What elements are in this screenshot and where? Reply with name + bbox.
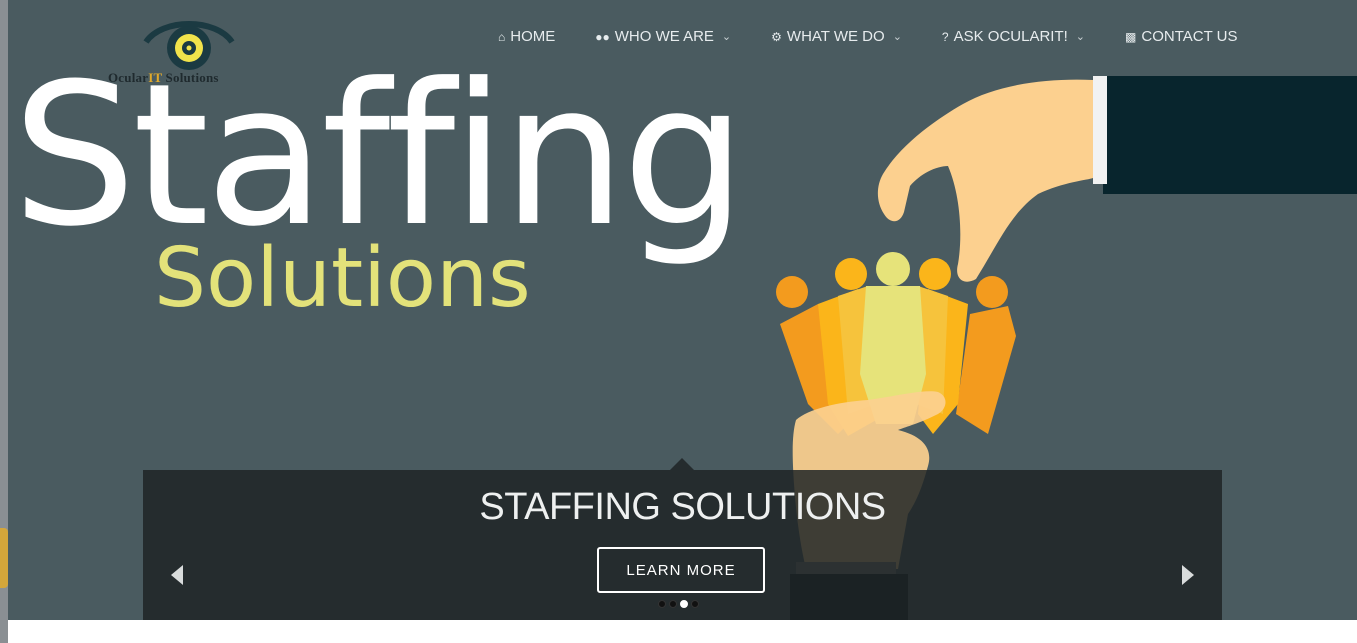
slide-dot-4[interactable] — [691, 600, 699, 608]
gear-icon: ⚙ — [771, 29, 782, 44]
question-icon: ? — [941, 29, 949, 44]
nav-ask-ocularit-label: ASK OCULARIT! — [953, 28, 1068, 45]
chat-icon: ▩ — [1125, 29, 1137, 44]
left-page-edge — [0, 0, 8, 643]
chevron-down-icon: ⌄ — [1075, 31, 1086, 43]
edge-chip — [0, 528, 8, 588]
hero-slider: OcularIT Solutions ⌂ HOME ●● WHO WE ARE … — [8, 0, 1357, 620]
slide-pagination — [658, 600, 699, 608]
learn-more-button[interactable]: LEARN MORE — [597, 547, 765, 593]
chevron-down-icon: ⌄ — [892, 31, 902, 43]
prev-slide-arrow-icon[interactable] — [171, 565, 183, 585]
slide-dot-3[interactable] — [680, 600, 688, 608]
hero-subtitle: Solutions — [154, 231, 531, 326]
hero-title: Staffing — [12, 42, 746, 270]
nav-contact-us[interactable]: ▩ CONTACT US — [1125, 28, 1237, 45]
caption-notch — [670, 458, 694, 470]
nav-what-we-do-label: WHAT WE DO — [786, 28, 885, 45]
nav-what-we-do[interactable]: ⚙ WHAT WE DO ⌄ — [771, 28, 902, 45]
nav-ask-ocularit[interactable]: ? ASK OCULARIT! ⌄ — [942, 28, 1085, 45]
slide-caption: STAFFING SOLUTIONS LEARN MORE — [143, 458, 1222, 620]
slide-dot-1[interactable] — [658, 600, 666, 608]
next-slide-arrow-icon[interactable] — [1182, 565, 1194, 585]
caption-title: STAFFING SOLUTIONS — [479, 486, 886, 528]
slide-dot-2[interactable] — [669, 600, 677, 608]
nav-contact-us-label: CONTACT US — [1141, 28, 1238, 45]
